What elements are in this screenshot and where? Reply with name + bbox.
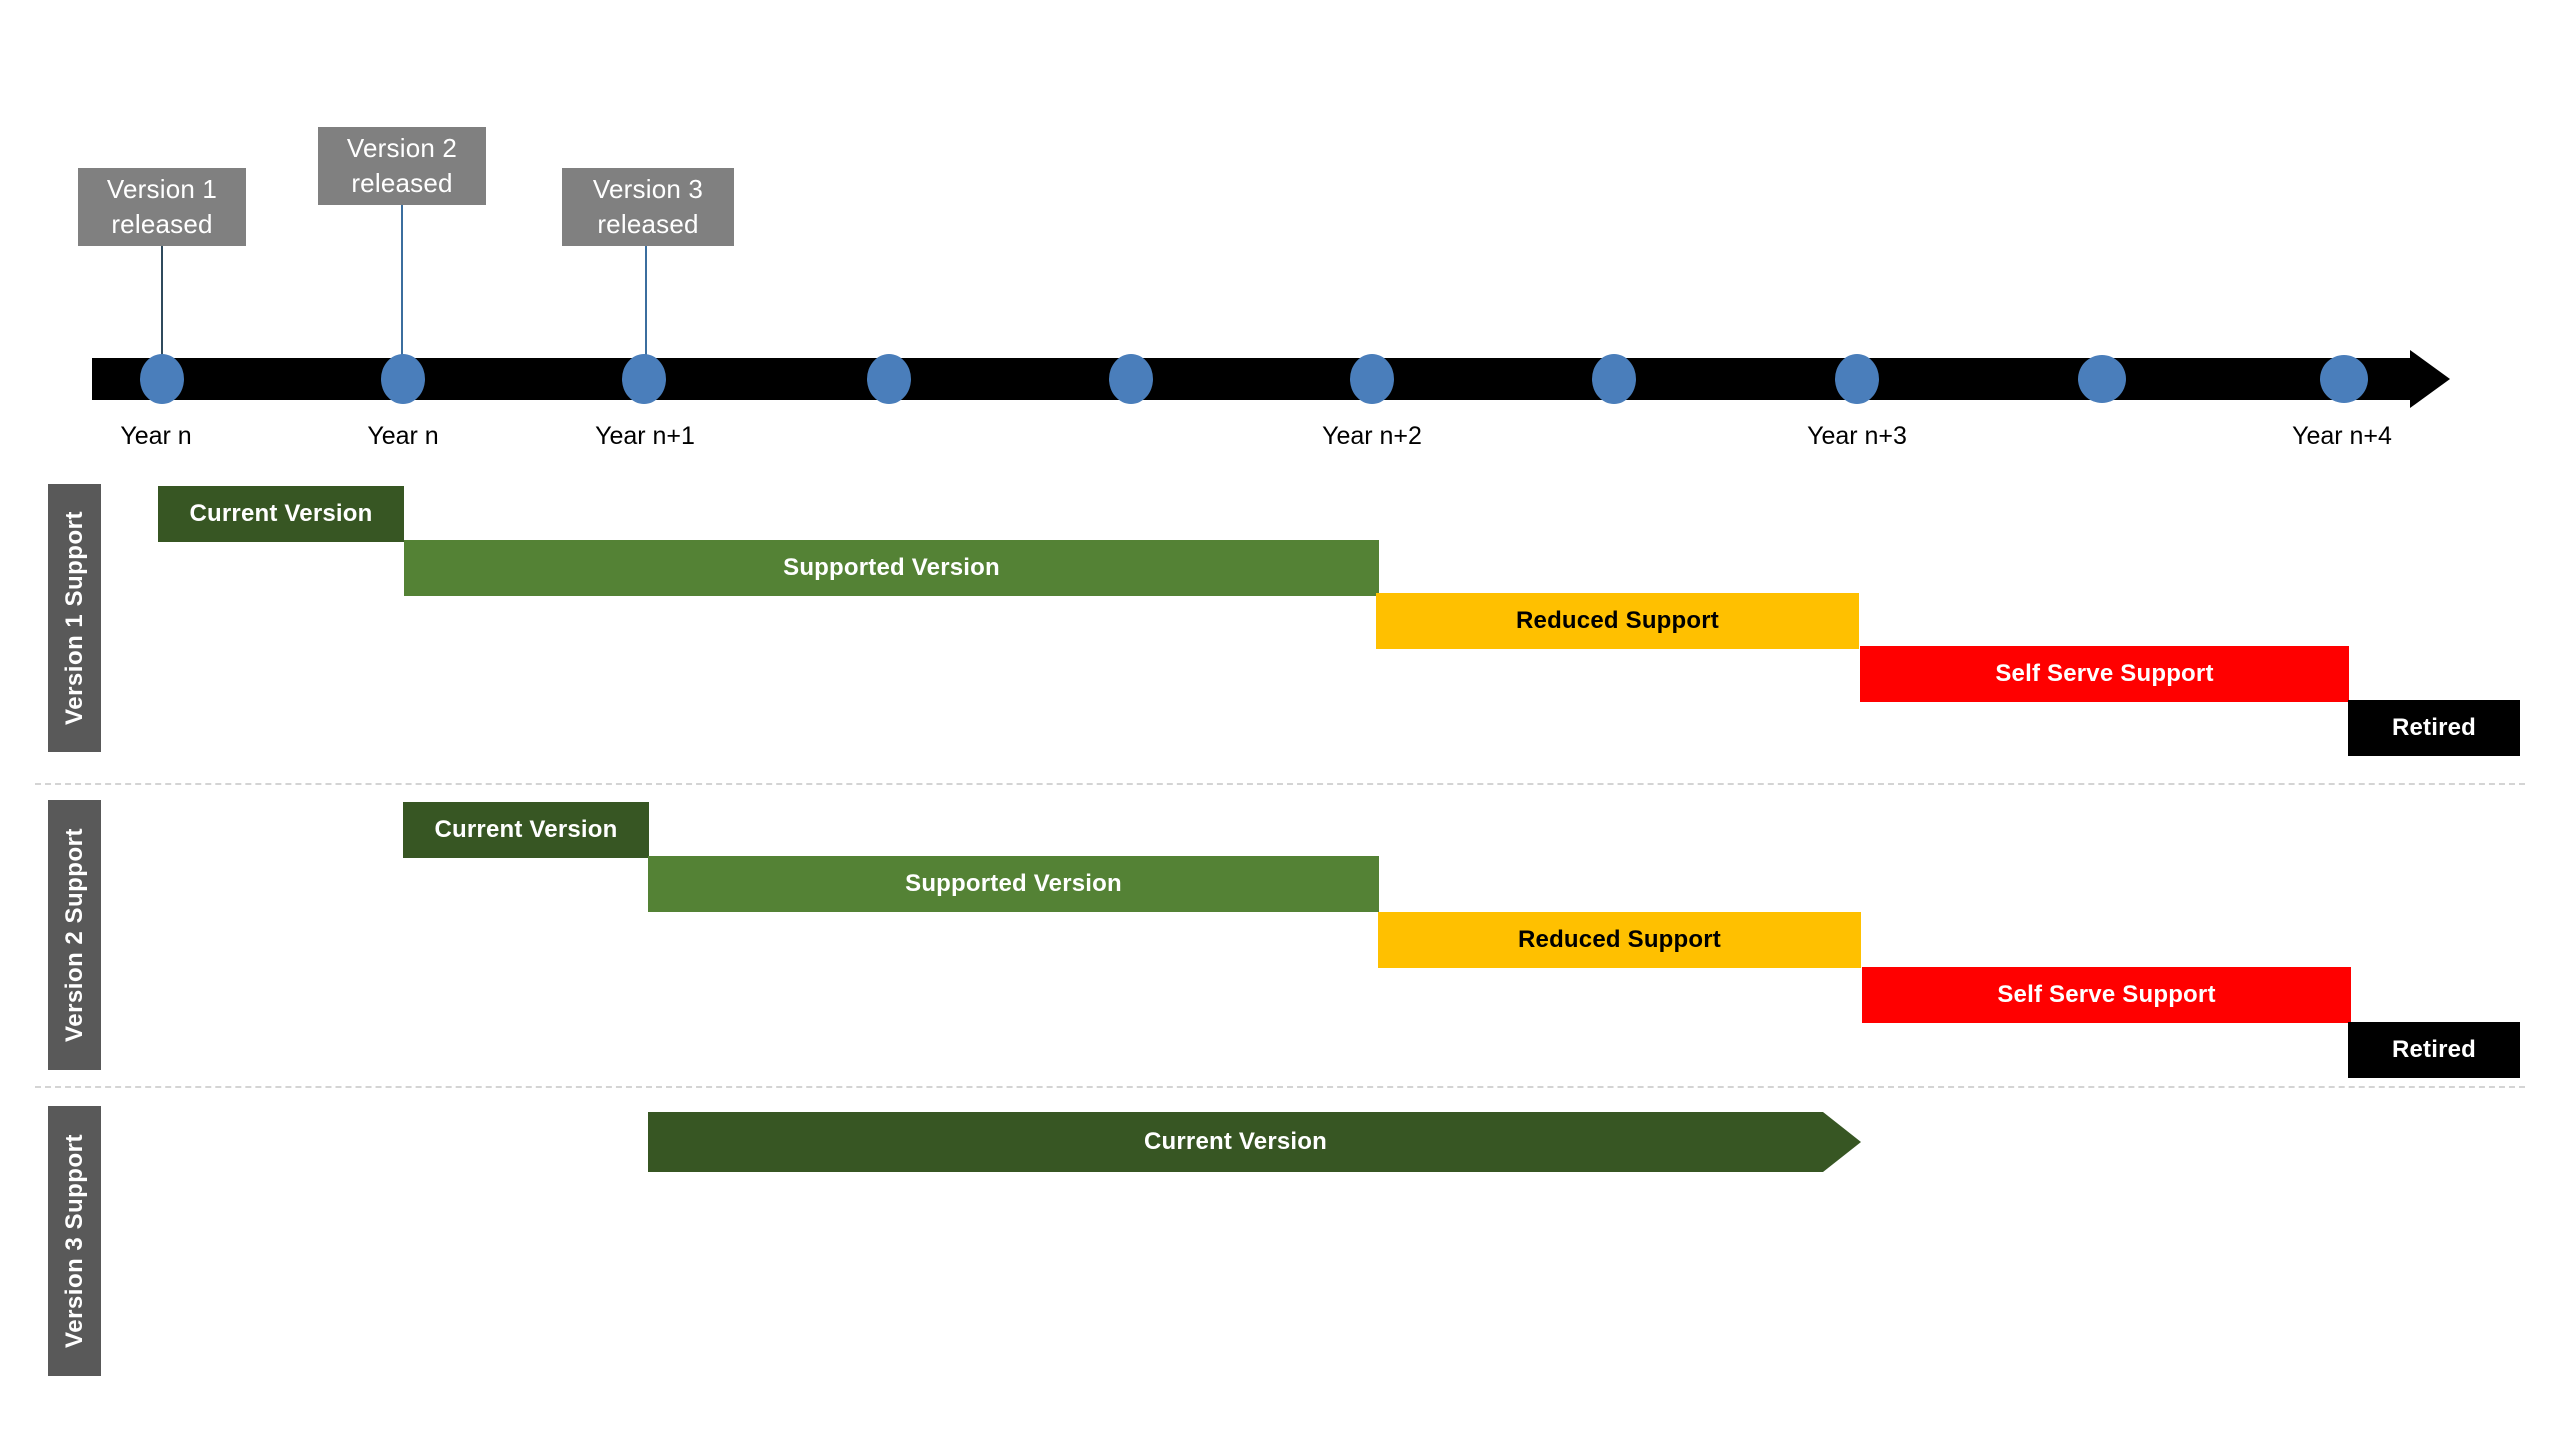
bar-label: Self Serve Support — [1995, 660, 2214, 687]
bar-v3-current-version: Current Version — [648, 1112, 1861, 1172]
bar-v1-reduced-support: Reduced Support — [1376, 593, 1859, 649]
timeline-marker — [1835, 354, 1879, 404]
timeline-marker — [867, 354, 911, 404]
callout-version-2-released: Version 2 released — [318, 127, 486, 205]
bar-label: Supported Version — [783, 554, 1000, 581]
callout-version-3-released: Version 3 released — [562, 168, 734, 246]
callout-v2-line1: Version 2 — [346, 132, 458, 163]
timeline-marker — [1350, 354, 1394, 404]
bar-label: Self Serve Support — [1997, 981, 2216, 1008]
bar-v2-current-version: Current Version — [403, 802, 649, 858]
year-label: Year n+1 — [595, 422, 695, 450]
section-label-version-1-support: Version 1 Support — [48, 484, 101, 752]
section-divider — [35, 1086, 2525, 1088]
callout-v3-line1: Version 3 — [592, 173, 704, 204]
bar-label: Reduced Support — [1515, 607, 1719, 634]
bar-label: Current Version — [1143, 1128, 1328, 1155]
year-label: Year n+4 — [2292, 422, 2392, 450]
bar-label: Current Version — [189, 500, 373, 527]
year-label: Year n+2 — [1322, 422, 1422, 450]
bar-label: Supported Version — [905, 870, 1122, 897]
section-label-version-1-text: Version 1 Support — [60, 511, 88, 725]
year-label: Year n — [120, 422, 192, 450]
year-label: Year n+3 — [1807, 422, 1907, 450]
timeline-marker — [1109, 354, 1153, 404]
bar-v1-current-version: Current Version — [158, 486, 404, 542]
callout-version-1-released: Version 1 released — [78, 168, 246, 246]
callout-v1-line2: released — [111, 209, 213, 239]
bar-v2-retired: Retired — [2348, 1022, 2520, 1078]
bar-label: Current Version — [434, 816, 618, 843]
timeline-marker — [2078, 355, 2126, 403]
timeline-marker — [140, 354, 184, 404]
timeline-arrowhead-icon — [2410, 350, 2450, 408]
bar-label: Retired — [2391, 1036, 2477, 1063]
timeline-track — [92, 358, 2410, 400]
connector-line-v2 — [401, 205, 403, 378]
bar-v2-supported-version: Supported Version — [648, 856, 1379, 912]
section-label-version-3-support: Version 3 Support — [48, 1106, 101, 1376]
bar-v2-self-serve-support: Self Serve Support — [1862, 967, 2351, 1023]
callout-v3-line2: released — [597, 209, 699, 239]
year-label: Year n — [367, 422, 439, 450]
timeline-marker — [2320, 355, 2368, 403]
callout-v2-line2: released — [351, 168, 453, 198]
bar-v1-self-serve-support: Self Serve Support — [1860, 646, 2349, 702]
section-label-version-2-text: Version 2 Support — [60, 828, 88, 1042]
bar-v2-reduced-support: Reduced Support — [1378, 912, 1861, 968]
timeline-marker — [381, 354, 425, 404]
bar-v1-supported-version: Supported Version — [404, 540, 1379, 596]
bar-label: Reduced Support — [1517, 926, 1721, 953]
section-label-version-3-text: Version 3 Support — [60, 1134, 88, 1348]
section-label-version-2-support: Version 2 Support — [48, 800, 101, 1070]
callout-v1-line1: Version 1 — [106, 173, 218, 204]
timeline-diagram: Version 1 released Version 2 released Ve… — [0, 0, 2560, 1440]
section-divider — [35, 783, 2525, 785]
timeline-marker — [622, 354, 666, 404]
timeline-marker — [1592, 354, 1636, 404]
bar-v1-retired: Retired — [2348, 700, 2520, 756]
bar-label: Retired — [2391, 714, 2477, 741]
